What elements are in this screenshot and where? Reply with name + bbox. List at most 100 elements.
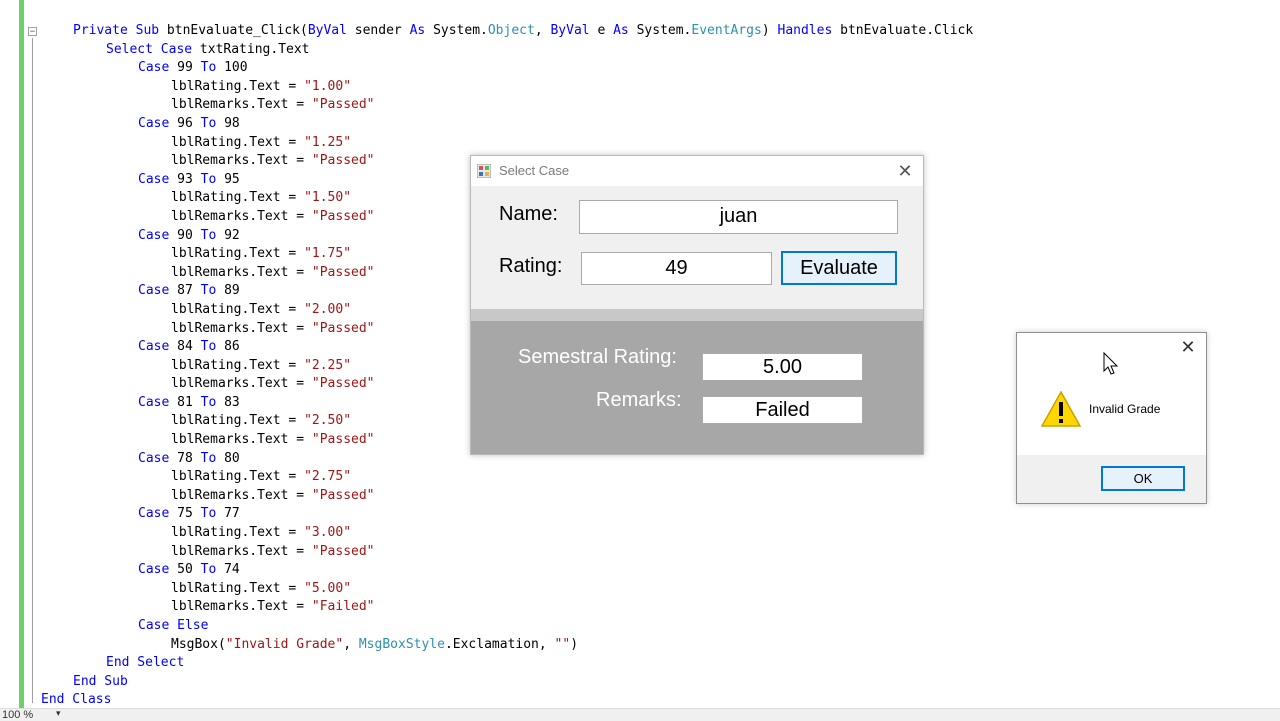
code-line[interactable]: lblRating.Text = "2.75" (0, 468, 973, 487)
code-line[interactable]: lblRating.Text = "5.00" (0, 580, 973, 599)
code-token: Private Sub (73, 23, 167, 38)
code-line[interactable]: Case 75 To 77 (0, 505, 973, 524)
code-token: To (200, 450, 225, 466)
code-token: lblRating.Text = (171, 246, 305, 262)
remarks-value: Failed (702, 396, 863, 424)
code-line[interactable]: Case 50 To 74 (0, 561, 973, 580)
code-token: To (200, 562, 225, 578)
rating-input[interactable]: 49 (581, 252, 772, 285)
code-token: 78 (177, 450, 201, 466)
code-token: 87 (177, 283, 201, 299)
code-token: "Passed" (311, 208, 375, 224)
code-token: EventArgs (691, 23, 762, 38)
code-token: MsgBox( (171, 636, 226, 652)
code-token: Case Else (138, 618, 209, 633)
code-line[interactable]: Select Case txtRating.Text (0, 41, 973, 60)
code-token: "Passed" (311, 320, 375, 336)
code-line[interactable]: End Select (0, 654, 973, 673)
code-token: End Sub (73, 673, 128, 689)
code-line[interactable]: Case 96 To 98 (0, 115, 973, 134)
code-token: "Passed" (311, 432, 375, 448)
code-token: , (534, 23, 551, 38)
code-line[interactable]: Case 99 To 100 (0, 59, 973, 78)
code-token: ) (570, 636, 579, 652)
code-token: To (200, 394, 225, 410)
code-line[interactable]: End Sub (0, 673, 973, 692)
code-line[interactable]: Case Else (0, 617, 973, 636)
code-token: ByVal (307, 23, 355, 38)
code-line[interactable]: lblRemarks.Text = "Passed" (0, 96, 973, 115)
warning-icon (1041, 391, 1081, 427)
code-token: Select Case (106, 41, 200, 57)
code-token: .Exclamation, (444, 636, 555, 652)
code-line[interactable]: lblRating.Text = "1.25" (0, 134, 973, 153)
code-token: "2.75" (304, 469, 352, 485)
code-token: "Passed" (311, 376, 375, 392)
code-token: 92 (224, 227, 240, 243)
code-token: Case (138, 115, 178, 131)
name-input[interactable]: juan (579, 200, 898, 234)
code-token: lblRating.Text = (171, 357, 305, 373)
code-token: 80 (224, 450, 240, 466)
code-token: MsgBoxStyle (358, 636, 445, 652)
evaluate-button[interactable]: Evaluate (781, 251, 897, 285)
name-label: Name: (499, 203, 558, 225)
code-token: To (200, 283, 225, 299)
code-line[interactable]: Private Sub btnEvaluate_Click(ByVal send… (0, 22, 973, 41)
code-token: lblRemarks.Text = (171, 208, 312, 224)
status-bar: 100 % ▾ (0, 708, 1280, 721)
title-bar[interactable]: Select Case ✕ (471, 156, 923, 186)
code-token: 93 (177, 171, 201, 187)
code-token: 95 (224, 171, 240, 187)
window-title: Select Case (499, 163, 570, 178)
code-token: lblRemarks.Text = (171, 487, 312, 503)
code-line[interactable]: lblRemarks.Text = "Failed" (0, 598, 973, 617)
code-token: , (343, 636, 359, 652)
code-token: Case (138, 171, 178, 187)
code-token: As (409, 23, 434, 38)
semestral-rating-value: 5.00 (702, 353, 863, 381)
close-icon[interactable]: ✕ (1177, 336, 1199, 358)
code-token: "3.00" (304, 525, 352, 541)
code-token: "Passed" (311, 97, 375, 113)
code-token: 86 (224, 339, 240, 355)
code-token: 100 (224, 60, 248, 76)
code-token: Case (138, 394, 178, 410)
code-token: 81 (177, 394, 201, 410)
code-token: ByVal (550, 23, 598, 38)
divider (471, 309, 923, 321)
code-line[interactable]: lblRating.Text = "1.00" (0, 78, 973, 97)
code-token: lblRating.Text = (171, 525, 305, 541)
code-token: 90 (177, 227, 201, 243)
code-token: lblRemarks.Text = (171, 97, 312, 113)
code-token: To (200, 60, 225, 76)
semestral-rating-label: Semestral Rating: (518, 346, 677, 368)
code-token: lblRemarks.Text = (171, 376, 312, 392)
code-token: 75 (177, 506, 201, 522)
code-token: System. (433, 23, 488, 38)
code-token: "Passed" (311, 264, 375, 280)
code-token: "Passed" (311, 487, 375, 503)
ok-button[interactable]: OK (1101, 466, 1185, 491)
results-panel: Semestral Rating: 5.00 Remarks: Failed (471, 321, 923, 454)
code-token: 77 (224, 506, 240, 522)
chevron-down-icon[interactable]: ▾ (56, 708, 61, 719)
code-line[interactable]: MsgBox("Invalid Grade", MsgBoxStyle.Excl… (0, 636, 973, 655)
close-icon[interactable]: ✕ (895, 160, 915, 182)
code-token: "2.50" (304, 413, 352, 429)
code-token: lblRating.Text = (171, 413, 305, 429)
code-token: lblRating.Text = (171, 78, 305, 94)
code-token: To (200, 227, 225, 243)
code-line[interactable]: lblRating.Text = "3.00" (0, 524, 973, 543)
code-line[interactable]: lblRemarks.Text = "Passed" (0, 487, 973, 506)
zoom-level[interactable]: 100 % (2, 709, 33, 721)
code-token: Case (138, 506, 178, 522)
select-case-window: Select Case ✕ Name: juan Rating: 49 Eval… (470, 155, 924, 455)
code-token: 74 (224, 562, 240, 578)
code-token: 84 (177, 339, 201, 355)
code-token: Case (138, 227, 178, 243)
code-line[interactable]: lblRemarks.Text = "Passed" (0, 543, 973, 562)
code-token: "2.00" (304, 301, 352, 317)
code-token: "" (554, 636, 571, 652)
code-token: To (200, 339, 225, 355)
